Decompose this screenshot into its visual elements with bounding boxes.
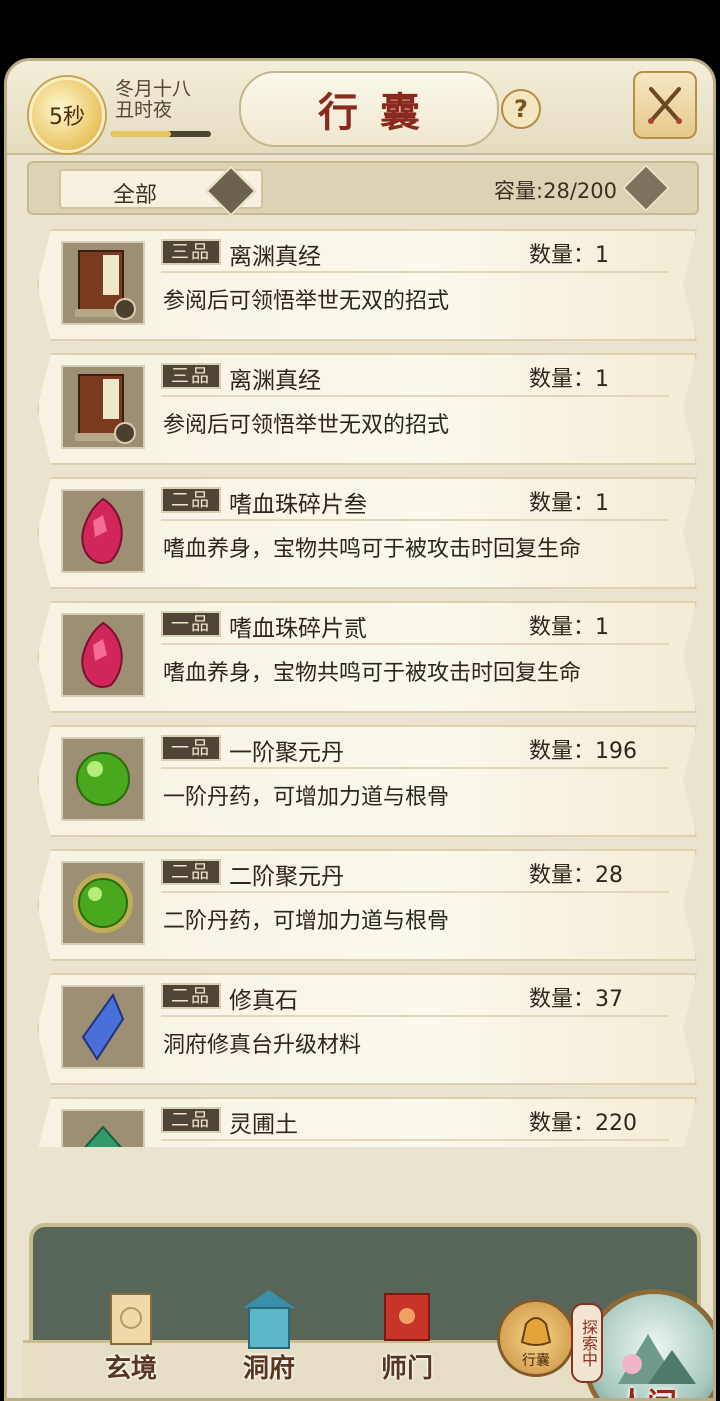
date-line1: 冬月十八 [115,78,192,100]
category-label: 全部 [113,183,158,208]
grade-badge: 三品 [161,363,221,389]
grade-badge: 三品 [161,239,221,265]
capacity-text: 容量:28/200 [494,179,617,203]
bag-icon [520,1317,552,1346]
nav-label: 洞府 [242,1354,295,1384]
title-plate: 行囊 [239,71,499,147]
item-name: 灵圃土 [229,1112,298,1138]
list-item[interactable]: 二品 灵圃土 数量：220 [37,1097,697,1147]
close-icon [648,87,682,124]
item-description: 洞府修真台升级材料 [163,1033,362,1058]
nav-label: 师门 [380,1354,433,1384]
page-title: 行囊 [318,89,442,136]
chevron-down-icon [205,165,257,217]
grade-badge: 二品 [161,487,221,513]
item-quantity: 数量：220 [529,1111,637,1136]
nav-bag[interactable]: 行囊 [497,1299,575,1377]
pavilion-icon [243,1290,295,1349]
item-description: 参阅后可领悟举世无双的招式 [163,289,450,314]
item-list[interactable]: 三品 离渊真经 数量：1 参阅后可领悟举世无双的招式 三品 离渊真经 数量：1 … [27,223,699,1147]
list-item[interactable]: 一品 一阶聚元丹 数量：196 一阶丹药，可增加力道与根骨 [37,725,697,837]
item-name: 嗜血珠碎片叁 [229,492,367,518]
item-name: 离渊真经 [229,244,321,270]
help-icon[interactable]: ? [501,89,541,129]
scripture-book-icon [61,241,145,325]
item-name: 离渊真经 [229,368,321,394]
item-name: 修真石 [229,988,298,1014]
bag-window: 5秒 冬月十八 丑时夜 行囊 ? 全部 容量:28/200 三品 离渊真经 数量… [4,58,716,1401]
item-description: 嗜血养身，宝物共鸣可于被攻击时回复生命 [163,661,582,686]
item-description: 参阅后可领悟举世无双的招式 [163,413,450,438]
time-progress-bar [111,131,211,137]
spirit-soil-icon [61,1109,145,1147]
game-date: 冬月十八 丑时夜 [115,79,191,121]
green-pill-icon [61,737,145,821]
blood-shard-icon [61,613,145,697]
item-quantity: 数量：1 [529,491,609,516]
close-button[interactable] [633,71,697,139]
grade-badge: 二品 [161,983,221,1009]
blue-crystal-icon [61,985,145,1069]
scroll-icon [110,1293,152,1345]
nav-label-renjian: 人间 [617,1379,677,1398]
category-dropdown[interactable]: 全部 [59,165,263,217]
item-quantity: 数量：196 [529,739,637,764]
item-quantity: 数量：1 [529,367,609,392]
item-quantity: 数量：1 [529,615,609,640]
nav-dongfu[interactable]: 洞府 [219,1286,319,1385]
filter-bar: 全部 容量:28/200 [27,161,699,217]
list-item[interactable]: 三品 离渊真经 数量：1 参阅后可领悟举世无双的招式 [37,353,697,465]
banner-icon [384,1293,430,1341]
grade-badge: 二品 [161,1107,221,1133]
header: 5秒 冬月十八 丑时夜 行囊 ? [7,61,713,155]
blood-shard-icon [61,489,145,573]
nav-label: 行囊 [522,1353,550,1369]
list-item[interactable]: 一品 嗜血珠碎片贰 数量：1 嗜血养身，宝物共鸣可于被攻击时回复生命 [37,601,697,713]
item-quantity: 数量：28 [529,863,623,888]
list-item[interactable]: 二品 二阶聚元丹 数量：28 二阶丹药，可增加力道与根骨 [37,849,697,961]
countdown-timer: 5秒 [29,77,105,153]
item-quantity: 数量：37 [529,987,623,1012]
item-description: 二阶丹药，可增加力道与根骨 [163,909,450,934]
grade-badge: 一品 [161,735,221,761]
exploring-badge: 探索中 [571,1303,603,1383]
list-item[interactable]: 二品 嗜血珠碎片叁 数量：1 嗜血养身，宝物共鸣可于被攻击时回复生命 [37,477,697,589]
scripture-book-icon [61,365,145,449]
green-pill-glow-icon [61,861,145,945]
timer-text: 5秒 [49,105,85,130]
nav-label: 玄境 [104,1354,157,1384]
list-item[interactable]: 二品 修真石 数量：37 洞府修真台升级材料 [37,973,697,1085]
grade-badge: 一品 [161,611,221,637]
date-line2: 丑时夜 [115,99,173,121]
nav-xuanjing[interactable]: 玄境 [81,1286,181,1385]
item-description: 嗜血养身，宝物共鸣可于被攻击时回复生命 [163,537,582,562]
item-quantity: 数量：1 [529,243,609,268]
grade-badge: 二品 [161,859,221,885]
item-name: 一阶聚元丹 [229,740,344,766]
list-item[interactable]: 三品 离渊真经 数量：1 参阅后可领悟举世无双的招式 [37,229,697,341]
item-name: 嗜血珠碎片贰 [229,616,367,642]
nav-shimen[interactable]: 师门 [357,1286,457,1385]
bottom-nav: 玄境 洞府 师门 行囊 探索中 人间 [23,1223,713,1398]
item-description: 一阶丹药，可增加力道与根骨 [163,785,450,810]
expand-capacity-icon[interactable] [621,163,671,213]
item-name: 二阶聚元丹 [229,864,344,890]
